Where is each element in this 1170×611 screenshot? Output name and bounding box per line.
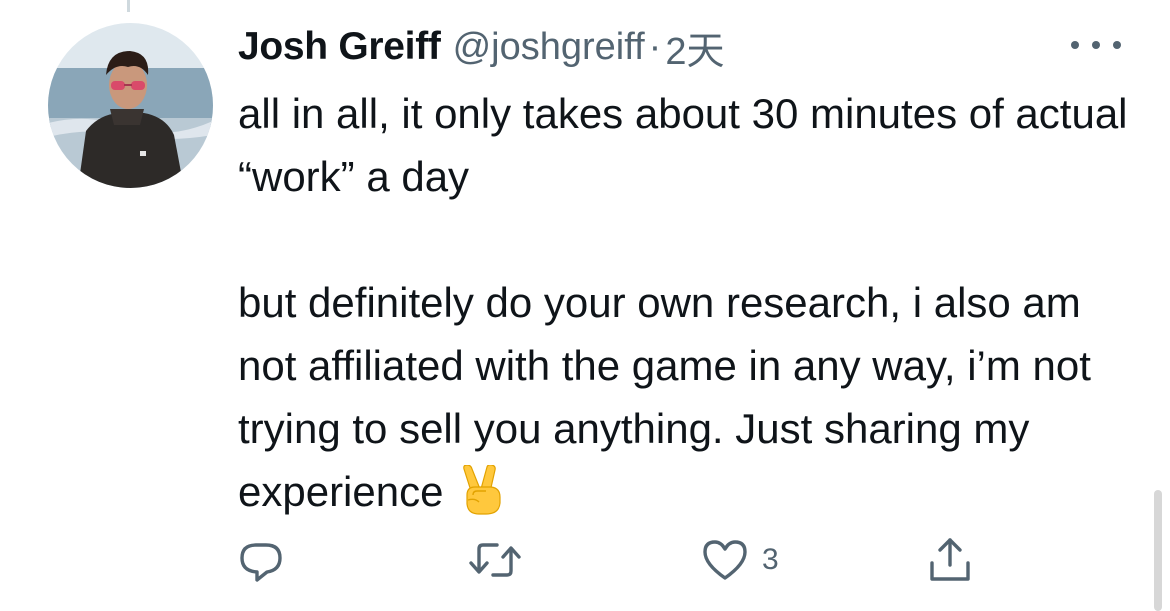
share-icon [930,538,970,581]
thread-connector-line [127,0,130,12]
more-dot [1092,41,1100,49]
avatar[interactable] [48,23,213,188]
scrollbar[interactable] [1154,490,1162,611]
avatar-image [48,23,213,188]
tweet-paragraph-2: but definitely do your own research, i a… [238,271,1138,523]
separator-dot: · [648,25,662,68]
tweet-actions: 3 [0,534,1170,586]
retweet-button[interactable] [468,534,522,586]
tweet-paragraph-2-text: but definitely do your own research, i a… [238,279,1091,515]
tweet-text: all in all, it only takes about 30 minut… [238,82,1138,523]
more-options-icon[interactable] [1071,30,1121,60]
share-button[interactable] [925,534,975,586]
tweet-paragraph-1: all in all, it only takes about 30 minut… [238,90,1128,200]
user-handle[interactable]: @joshgreiff [453,26,645,69]
more-dot [1071,41,1079,49]
like-count: 3 [762,543,779,576]
tweet[interactable]: Josh Greiff @joshgreiff · 2天 all in all,… [0,0,1170,611]
timestamp[interactable]: 2天 [665,20,724,75]
more-dot [1113,41,1121,49]
victory-hand-emoji-icon [463,465,502,515]
like-button[interactable]: 3 [700,534,779,586]
reply-button[interactable] [236,534,286,586]
tweet-header: Josh Greiff @joshgreiff · 2天 [238,20,724,75]
heart-icon [703,540,747,580]
retweet-icon [469,543,521,577]
reply-icon [240,543,282,582]
display-name[interactable]: Josh Greiff [238,25,441,69]
